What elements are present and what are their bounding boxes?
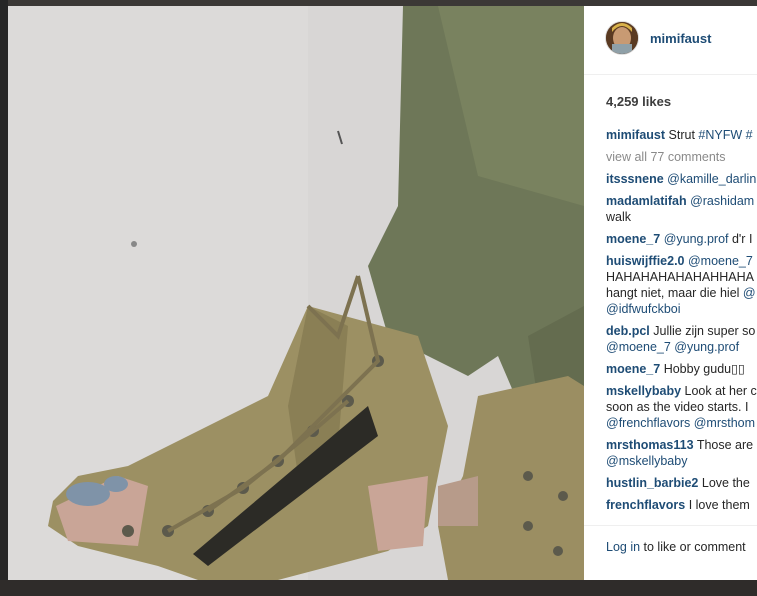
comment-username[interactable]: itsssnene	[606, 172, 664, 186]
comment-username[interactable]: moene_7	[606, 232, 660, 246]
background-strip-bottom	[0, 580, 757, 596]
comment-line: @mskellybaby	[606, 453, 757, 469]
comment-item: madamlatifah @rashidam walk	[606, 193, 757, 225]
comment-text: Look at her c	[684, 384, 757, 398]
comment-item: moene_7 @yung.prof d'r I	[606, 231, 757, 247]
view-all-comments-link[interactable]: view all 77 comments	[606, 149, 757, 165]
post-footer: Log in to like or comment	[584, 525, 757, 580]
comment-item: mskellybaby Look at her c soon as the vid…	[606, 383, 757, 431]
comment-line: madamlatifah @rashidam	[606, 193, 757, 209]
comment-text: Those are	[696, 438, 754, 452]
comment-item: itsssnene @kamille_darlin	[606, 171, 757, 187]
comment-line: @idfwufckboi	[606, 301, 757, 317]
comment-text: I love them	[688, 498, 750, 512]
comment-mention[interactable]: @yung.prof	[664, 232, 729, 246]
comment-line: mrsthomas113 Those are	[606, 437, 757, 453]
comment-username[interactable]: mskellybaby	[606, 384, 681, 398]
comment-line: hangt niet, maar die hiel @	[606, 285, 757, 301]
comment-mention[interactable]: @moene_7	[688, 254, 753, 268]
comments-list: mimifaust Strut #NYFW # view all 77 comm…	[606, 127, 757, 519]
caption-text: Strut	[668, 128, 695, 142]
post-side-panel: mimifaust 4,259 likes mimifaust Strut #N…	[584, 6, 757, 580]
comment-text: Jullie zijn super so	[653, 324, 756, 338]
comment-line: deb.pcl Jullie zijn super so	[606, 323, 757, 339]
comment-line: hustlin_barbie2 Love the	[606, 475, 757, 491]
login-link[interactable]: Log in	[606, 540, 640, 554]
post-photo	[8, 6, 584, 580]
comment-item: hustlin_barbie2 Love the	[606, 475, 757, 491]
comment-username[interactable]: deb.pcl	[606, 324, 650, 338]
comment-item: deb.pcl Jullie zijn super so @moene_7 @yu…	[606, 323, 757, 355]
comment-text: HAHAHAHAHAHAHHAHA	[606, 270, 754, 284]
comment-mention[interactable]: @moene_7 @yung.prof	[606, 340, 739, 354]
comment-text: walk	[606, 210, 632, 224]
comment-mention[interactable]: @mskellybaby	[606, 454, 687, 468]
comment-entries: itsssnene @kamille_darlin madamlatifah @r…	[606, 171, 757, 513]
comment-line: moene_7 Hobby gudu▯▯	[606, 361, 757, 377]
caption-hashtags[interactable]: #NYFW #	[698, 128, 752, 142]
comment-line: itsssnene @kamille_darlin	[606, 171, 757, 187]
comment-text: Hobby gudu▯▯	[663, 362, 745, 376]
comment-text: Love the	[701, 476, 750, 490]
background-strip-left	[0, 0, 8, 596]
comment-line: mskellybaby Look at her c	[606, 383, 757, 399]
avatar[interactable]	[605, 21, 639, 55]
comment-item: mrsthomas113 Those are @mskellybaby	[606, 437, 757, 469]
comment-item: huiswijffie2.0 @moene_7 HAHAHAHAHAHAHHAHA…	[606, 253, 757, 317]
comment-mention[interactable]: @	[743, 286, 756, 300]
comment-line: HAHAHAHAHAHAHHAHA	[606, 269, 757, 285]
comment-item: frenchflavors I love them	[606, 497, 757, 513]
comment-username[interactable]: madamlatifah	[606, 194, 687, 208]
post-photo-image	[8, 6, 584, 580]
comment-item: moene_7 Hobby gudu▯▯	[606, 361, 757, 377]
comment-line: walk	[606, 209, 757, 225]
comment-text: hangt niet, maar die hiel	[606, 286, 743, 300]
comment-username[interactable]: mrsthomas113	[606, 438, 694, 452]
comment-line: huiswijffie2.0 @moene_7	[606, 253, 757, 269]
comment-username[interactable]: frenchflavors	[606, 498, 685, 512]
comment-line: soon as the video starts. I	[606, 399, 757, 415]
comment-text: soon as the video starts. I	[606, 400, 749, 414]
comment-username[interactable]: huiswijffie2.0	[606, 254, 685, 268]
comment-line: moene_7 @yung.prof d'r I	[606, 231, 757, 247]
comment-line: frenchflavors I love them	[606, 497, 757, 513]
comment-line: @frenchflavors @mrsthom	[606, 415, 757, 431]
profile-avatar-icon	[606, 22, 638, 54]
comment-mention[interactable]: @idfwufckboi	[606, 302, 681, 316]
likes-count: 4,259 likes	[606, 94, 672, 109]
comment-text-after: d'r I	[728, 232, 753, 246]
comment-line: @moene_7 @yung.prof	[606, 339, 757, 355]
comment-username[interactable]: hustlin_barbie2	[606, 476, 698, 490]
comment-mention[interactable]: @kamille_darlin	[667, 172, 756, 186]
post-author-username[interactable]: mimifaust	[650, 31, 711, 46]
post-header: mimifaust	[584, 6, 757, 75]
comment-mention[interactable]: @frenchflavors @mrsthom	[606, 416, 755, 430]
comment-username[interactable]: moene_7	[606, 362, 660, 376]
caption-username[interactable]: mimifaust	[606, 128, 665, 142]
login-prompt-text: to like or comment	[640, 540, 746, 554]
caption: mimifaust Strut #NYFW #	[606, 127, 757, 143]
comment-mention[interactable]: @rashidam	[690, 194, 754, 208]
